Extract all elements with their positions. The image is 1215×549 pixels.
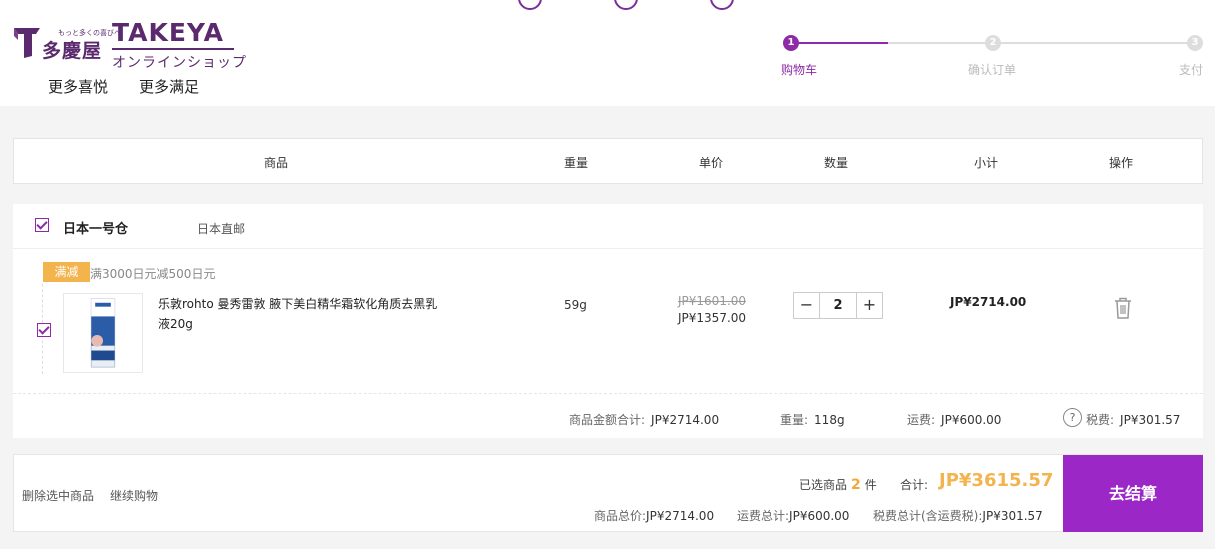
col-action: 操作 xyxy=(1108,156,1134,170)
tax-summary-value: JP¥301.57 xyxy=(1120,413,1181,427)
selected-count-info: 已选商品 2 件 xyxy=(799,476,877,493)
breakdown-shipping-value: JP¥600.00 xyxy=(789,509,850,523)
step-3-label: 支付 xyxy=(1179,63,1204,77)
warehouse-block: 日本一号仓 日本直邮 满减 满3000日元减500日元 乐敦rohto 曼秀雷敦… xyxy=(13,204,1203,438)
warehouse-name: 日本一号仓 xyxy=(63,222,129,237)
breakdown-tax-value: JP¥301.57 xyxy=(982,509,1043,523)
promo-badge: 满减 xyxy=(43,262,90,282)
logo-japanese-name: オンラインショップ xyxy=(112,55,247,71)
logo-english-name[interactable]: TAKEYA xyxy=(112,18,224,47)
breakdown-goods-label: 商品总价: xyxy=(594,509,647,523)
warehouse-header: 日本一号仓 日本直邮 xyxy=(13,204,1203,249)
col-unit-price: 单价 xyxy=(698,156,724,170)
tax-total-breakdown: 税费总计(含运费税):JP¥301.57 xyxy=(873,507,1043,524)
quantity-decrease-button[interactable]: − xyxy=(794,293,820,318)
nav-circle-1[interactable] xyxy=(518,0,542,10)
tax-summary: 税费: JP¥301.57 xyxy=(1086,411,1180,428)
logo-chinese-name[interactable]: 多慶屋 xyxy=(42,36,102,63)
warehouse-shipping-type: 日本直邮 xyxy=(197,222,246,236)
goods-total-value: JP¥2714.00 xyxy=(651,413,720,427)
col-product: 商品 xyxy=(263,156,289,170)
col-quantity: 数量 xyxy=(823,156,849,170)
logo-divider xyxy=(112,48,234,50)
step-2-dot: 2 xyxy=(985,35,1001,51)
weight-summary-label: 重量: xyxy=(780,413,809,427)
selected-count: 2 xyxy=(851,477,861,493)
weight-summary: 重量: 118g xyxy=(780,411,845,428)
trash-icon[interactable] xyxy=(1112,296,1134,320)
step-3-dot: 3 xyxy=(1187,35,1203,51)
quantity-stepper: − + xyxy=(793,292,883,319)
checkout-bar: 删除选中商品 继续购物 已选商品 2 件 合计: JP¥3615.57 商品总价:J… xyxy=(13,454,1203,532)
checkout-progress: 1 2 3 购物车 确认订单 支付 xyxy=(781,35,1204,79)
goods-total-label: 商品金额合计: xyxy=(569,413,646,427)
total-amount: JP¥3615.57 xyxy=(939,470,1054,491)
step-2-label: 确认订单 xyxy=(968,63,1017,77)
quantity-input[interactable] xyxy=(820,293,856,318)
item-checkbox[interactable] xyxy=(37,323,51,337)
breakdown-goods-value: JP¥2714.00 xyxy=(646,509,715,523)
cart-table-header: 商品 重量 单价 数量 小计 操作 xyxy=(13,138,1203,184)
nav-circle-2[interactable] xyxy=(614,0,638,10)
col-weight: 重量 xyxy=(563,156,589,170)
step-1-label: 购物车 xyxy=(781,63,818,77)
selected-prefix: 已选商品 xyxy=(799,478,848,492)
col-subtotal: 小计 xyxy=(973,156,999,170)
unit-price: JP¥1357.00 xyxy=(678,311,747,325)
tax-summary-label: 税费: xyxy=(1086,413,1115,427)
slogan-1: 更多喜悦 xyxy=(48,78,109,96)
weight-summary-value: 118g xyxy=(814,413,845,427)
total-label: 合计: xyxy=(900,478,929,492)
slogan-2: 更多满足 xyxy=(139,78,200,96)
quantity-increase-button[interactable]: + xyxy=(856,293,882,318)
breakdown-shipping-label: 运费总计: xyxy=(737,509,790,523)
nav-circle-3[interactable] xyxy=(710,0,734,10)
item-subtotal: JP¥2714.00 xyxy=(950,295,1027,309)
progress-line-inactive xyxy=(888,42,1195,44)
product-name[interactable]: 乐敦rohto 曼秀雷敦 腋下美白精华霜软化角质去黑乳液20g xyxy=(158,294,448,334)
summary-divider xyxy=(13,393,1203,394)
original-price: JP¥1601.00 xyxy=(678,294,747,308)
step-1-dot: 1 xyxy=(783,35,799,51)
product-weight: 59g xyxy=(564,298,587,312)
shipping-summary-label: 运费: xyxy=(907,413,936,427)
checkout-button[interactable]: 去结算 xyxy=(1063,455,1203,532)
continue-shopping-link[interactable]: 继续购物 xyxy=(110,487,158,504)
site-header: もっと多くの喜びへ 多慶屋 TAKEYA オンラインショップ 更多喜悦 更多满足… xyxy=(0,0,1215,106)
breakdown-tax-label: 税费总计(含运费税): xyxy=(873,509,983,523)
progress-line-active xyxy=(791,42,888,44)
shipping-summary-value: JP¥600.00 xyxy=(941,413,1002,427)
promo-text: 满3000日元减500日元 xyxy=(90,267,216,281)
goods-total-summary: 商品金额合计: JP¥2714.00 xyxy=(569,411,719,428)
product-image[interactable] xyxy=(63,293,143,373)
warehouse-checkbox[interactable] xyxy=(35,218,49,232)
selected-unit: 件 xyxy=(864,478,877,492)
shipping-summary: 运费: JP¥600.00 xyxy=(907,411,1001,428)
tax-help-icon[interactable]: ? xyxy=(1063,408,1082,427)
shipping-total-breakdown: 运费总计:JP¥600.00 xyxy=(737,507,849,524)
goods-total-breakdown: 商品总价:JP¥2714.00 xyxy=(594,507,714,524)
takeya-logo-icon[interactable] xyxy=(12,24,44,62)
delete-selected-link[interactable]: 删除选中商品 xyxy=(22,487,94,504)
